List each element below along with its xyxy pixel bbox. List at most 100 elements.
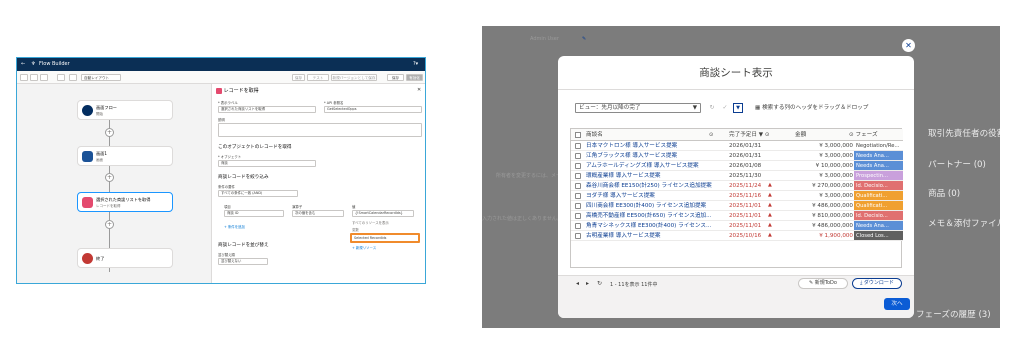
col-menu-icon[interactable]: ⊙ bbox=[709, 129, 713, 141]
check-icon[interactable]: ✓ bbox=[720, 103, 730, 113]
amount-cell: ¥ 1,900,000 bbox=[819, 233, 853, 239]
phase-badge: Needs Ana... bbox=[854, 151, 903, 160]
row-checkbox[interactable] bbox=[575, 223, 581, 229]
prev-page-icon[interactable]: ◂ bbox=[576, 280, 579, 287]
node-start[interactable]: 画面フロー 開始 bbox=[77, 100, 173, 120]
modal-close-icon[interactable]: ✕ bbox=[902, 39, 915, 52]
node-subtitle: レコードを取得 bbox=[96, 204, 121, 208]
grid-header: 商談名 ⊙ 完了予定日 ▼ ⊙ 金額 ⊙ フェーズ bbox=[571, 129, 903, 141]
phase-badge: Closed Los... bbox=[854, 231, 903, 240]
col-close-date[interactable]: 完了予定日 ▼ ⊙ bbox=[729, 129, 770, 141]
opportunity-name-link[interactable]: 森谷川商会様 EE150(計250) ライセンス追加提案 bbox=[586, 181, 722, 191]
toolbar-test[interactable]: テスト bbox=[307, 74, 329, 81]
col-phase[interactable]: ⊙ フェーズ bbox=[849, 129, 878, 141]
new-todo-button[interactable]: ✎ 新規ToDo bbox=[798, 278, 848, 289]
sort-select[interactable]: 並び替えない bbox=[218, 258, 268, 265]
table-row[interactable]: 古明産業様 導入サービス提案 2025/10/16 ▲ ¥ 1,900,000 Clos… bbox=[571, 231, 903, 241]
toolbar-save-new-version[interactable]: 新規バージョンとして保存 bbox=[331, 74, 377, 81]
row-checkbox[interactable] bbox=[575, 203, 581, 209]
add-element-button[interactable]: + bbox=[105, 173, 114, 182]
row-checkbox[interactable] bbox=[575, 193, 581, 199]
opportunity-name-link[interactable]: 日本マクトロン様 導入サービス提案 bbox=[586, 141, 722, 151]
layout-select[interactable]: 自動レイアウト bbox=[81, 74, 121, 81]
opportunity-name-link[interactable]: 古明産業様 導入サービス提案 bbox=[586, 231, 722, 241]
row-checkbox[interactable] bbox=[575, 173, 581, 179]
col-value: 値 bbox=[352, 205, 356, 209]
select-all-checkbox[interactable] bbox=[575, 132, 581, 138]
reload-icon[interactable]: ↻ bbox=[597, 280, 602, 287]
row-checkbox[interactable] bbox=[575, 183, 581, 189]
refresh-icon[interactable]: ↻ bbox=[707, 103, 717, 113]
row-checkbox[interactable] bbox=[575, 143, 581, 149]
condition-select[interactable]: すべての条件に一致 (AND) bbox=[218, 190, 298, 197]
warning-icon: ▲ bbox=[768, 182, 772, 188]
opportunity-name-link[interactable]: 高橋売不動産様 EE500(計650) ライセンス追加... bbox=[586, 211, 722, 221]
next-page-icon[interactable]: ▸ bbox=[586, 280, 589, 287]
toolbar-save-as[interactable]: 保存 bbox=[292, 74, 305, 81]
opportunity-name-link[interactable]: 環概産業様 導入サービス提案 bbox=[586, 171, 722, 181]
table-row[interactable]: 角青マシネックス様 EE300(計400) ライセンス... 2025/11/01… bbox=[571, 221, 903, 231]
opportunity-name-link[interactable]: 江角ブラックス様 導入サービス提案 bbox=[586, 151, 722, 161]
amount-cell: ¥ 810,000,000 bbox=[812, 213, 853, 219]
table-row[interactable]: 環概産業様 導入サービス提案 2025/11/30 ¥ 3,000,000 Prosp… bbox=[571, 171, 903, 181]
add-element-button[interactable]: + bbox=[105, 220, 114, 229]
opportunity-name-link[interactable]: ヨダチ様 導入サービス提案 bbox=[586, 191, 722, 201]
row-checkbox[interactable] bbox=[575, 213, 581, 219]
flow-builder-topbar: ← ♆ Flow Builder ?▾ bbox=[17, 58, 425, 71]
row-checkbox[interactable] bbox=[575, 163, 581, 169]
table-row[interactable]: 四川商会様 EE300(計400) ライセンス追加提案 2025/11/01 ▲ ¥ … bbox=[571, 201, 903, 211]
flow-toolbar: 自動レイアウト 保存 テスト 新規バージョンとして保存 保存 有効化 bbox=[17, 71, 425, 84]
row-checkbox[interactable] bbox=[575, 233, 581, 239]
col-amount[interactable]: 金額 bbox=[795, 129, 806, 141]
bg-stage-history: フェーズの履歴 (3) bbox=[916, 310, 991, 320]
back-arrow-icon[interactable]: ← bbox=[21, 61, 25, 67]
table-row[interactable]: 日本マクトロン様 導入サービス提案 2026/01/31 ¥ 3,000,000 Ne… bbox=[571, 141, 903, 151]
object-field[interactable]: 商談 bbox=[218, 160, 316, 167]
table-row[interactable]: 江角ブラックス様 導入サービス提案 2026/01/31 ¥ 3,000,000 Ne… bbox=[571, 151, 903, 161]
help-icon[interactable]: ?▾ bbox=[413, 61, 418, 67]
dropdown-item-selected-recordids[interactable]: Selected RecordIds bbox=[350, 233, 420, 243]
filter-operator[interactable]: 次の値を含む bbox=[292, 210, 344, 217]
add-condition-button[interactable]: + 条件を追加 bbox=[224, 224, 245, 229]
undo-button[interactable] bbox=[30, 74, 38, 81]
description-field[interactable] bbox=[218, 123, 422, 137]
redo-button[interactable] bbox=[40, 74, 48, 81]
table-row[interactable]: 森谷川商会様 EE150(計250) ライセンス追加提案 2025/11/24 ▲ ¥… bbox=[571, 181, 903, 191]
filter-value[interactable]: {!SmartCalendarRecordIds} bbox=[352, 210, 414, 217]
dropdown-toggle-icon[interactable]: ▼ bbox=[733, 103, 743, 113]
modal-title: 商談シート表示 bbox=[558, 56, 914, 90]
properties-panel: レコードを取得 ✕ * 表示ラベル 選択された商談リストを取得 * API 参照… bbox=[211, 84, 425, 283]
next-button[interactable]: 次へ bbox=[884, 298, 910, 310]
new-resource-button[interactable]: + 新規リソース bbox=[352, 245, 376, 250]
toolbar-save[interactable]: 保存 bbox=[387, 74, 404, 81]
node-end[interactable]: 終了 bbox=[77, 248, 173, 268]
node-get-records[interactable]: 選択された商談リストを取得 レコードを取得 bbox=[77, 192, 173, 212]
opportunity-name-link[interactable]: アムラホールディングズ様 導入サービス提案 bbox=[586, 161, 722, 171]
close-date-cell: 2026/01/08 bbox=[729, 163, 762, 169]
warning-icon: ▲ bbox=[768, 212, 772, 218]
add-element-button[interactable]: + bbox=[105, 128, 114, 137]
api-name-field[interactable]: GetSelectedOpps bbox=[324, 106, 422, 113]
stop-icon bbox=[82, 253, 93, 264]
dropdown-hint[interactable]: すべてのリソースを表示 bbox=[352, 220, 389, 225]
search-button[interactable] bbox=[57, 74, 65, 81]
flow-builder-window: ← ♆ Flow Builder ?▾ 自動レイアウト 保存 テスト 新規バージ… bbox=[16, 57, 426, 284]
col-opportunity-name[interactable]: 商談名 bbox=[586, 129, 603, 141]
zoom-button[interactable] bbox=[69, 74, 77, 81]
table-row[interactable]: アムラホールディングズ様 導入サービス提案 2026/01/08 ¥ 10,000,… bbox=[571, 161, 903, 171]
opportunity-name-link[interactable]: 四川商会様 EE300(計400) ライセンス追加提案 bbox=[586, 201, 722, 211]
table-row[interactable]: ヨダチ様 導入サービス提案 2025/11/16 ▲ ¥ 3,000,000 Quali… bbox=[571, 191, 903, 201]
grid-toolbar: ビュー：先月以降の完了 ▼ ↻ ✓ ▼ ▦ 検索する列のヘッダをドラッグ＆ドロップ bbox=[570, 100, 902, 116]
toolbar-activate[interactable]: 有効化 bbox=[406, 74, 423, 81]
filter-field[interactable]: 商談 ID bbox=[224, 210, 284, 217]
row-checkbox[interactable] bbox=[575, 153, 581, 159]
table-row[interactable]: 高橋売不動産様 EE500(計650) ライセンス追加... 2025/11/01… bbox=[571, 211, 903, 221]
opportunity-name-link[interactable]: 角青マシネックス様 EE300(計400) ライセンス... bbox=[586, 221, 722, 231]
view-select[interactable]: ビュー：先月以降の完了 ▼ bbox=[575, 103, 701, 113]
label-field[interactable]: 選択された商談リストを取得 bbox=[218, 106, 316, 113]
toggle-panel-button[interactable] bbox=[20, 74, 28, 81]
node-screen[interactable]: 画面1 画面 bbox=[77, 146, 173, 166]
col-close-date-label: 完了予定日 bbox=[729, 132, 757, 138]
download-button[interactable]: ⤓ ダウンロード bbox=[852, 278, 902, 289]
close-icon[interactable]: ✕ bbox=[417, 87, 421, 93]
